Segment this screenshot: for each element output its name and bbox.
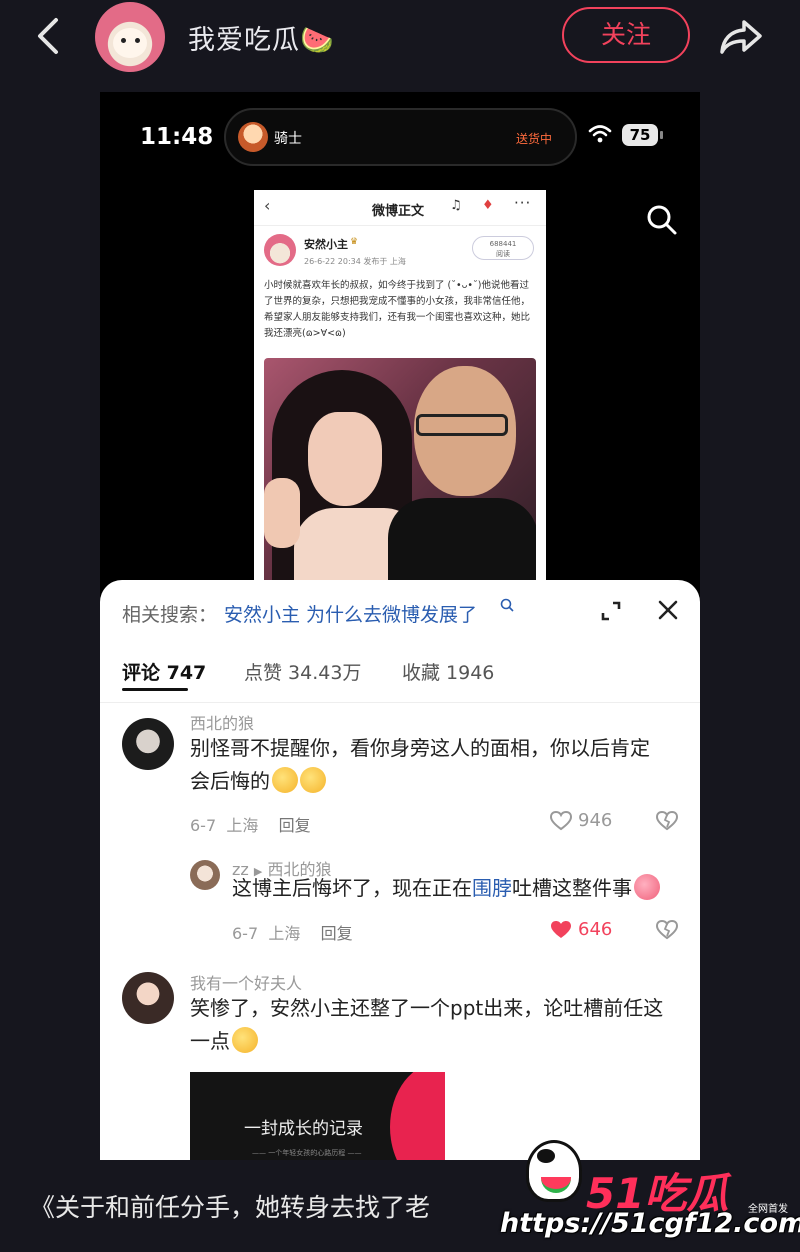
crown-icon: ♛: [350, 237, 359, 247]
comment-text: 别怪哥不提醒你，看你身旁这人的面相，你以后肯定 会后悔的: [190, 732, 680, 798]
read-count: 688441: [489, 240, 517, 248]
watermelon-emoji: 🍉: [300, 25, 335, 56]
ppt-title: 一封成长的记录: [244, 1119, 363, 1139]
battery-indicator: 75: [622, 124, 663, 146]
search-icon[interactable]: [500, 598, 514, 612]
photo-figure: [308, 412, 382, 506]
top-bar: 我爱吃瓜🍉 关注: [0, 0, 800, 80]
avatar-eye: [135, 38, 140, 43]
rider-avatar: [238, 122, 268, 152]
avatar[interactable]: [122, 718, 174, 770]
headphones-icon: ♫: [450, 198, 462, 213]
related-search-label: 相关搜索：: [122, 604, 218, 626]
heart-filled-icon[interactable]: [550, 920, 572, 940]
weibo-meta: 26-6-22 20:34 发布于 上海: [304, 257, 406, 266]
reply-text-part: 这博主后悔坏了，现在正在: [232, 876, 472, 900]
post-caption[interactable]: 《关于和前任分手，她转身去找了老: [30, 1188, 430, 1224]
comment-text-line: 一点: [190, 1029, 230, 1053]
weibo-body: 小时候就喜欢年长的叔叔，如今终于找到了 (˘•ᴗ•˘)他说他看过了世界的复杂，只…: [264, 280, 531, 339]
mascot-watermelon: [541, 1177, 571, 1193]
rider-label: 骑士: [274, 131, 302, 147]
tab-comments[interactable]: 评论 747: [122, 658, 206, 685]
dynamic-island: 骑士 送货中: [224, 108, 577, 166]
photo-figure: [416, 414, 508, 436]
gift-icon: ♦: [482, 198, 494, 213]
share-icon[interactable]: [716, 14, 766, 58]
reply-button[interactable]: 回复: [279, 816, 311, 835]
author-name[interactable]: 我爱吃瓜🍉: [188, 18, 335, 57]
active-tab-indicator: [122, 688, 188, 691]
reply-button[interactable]: 回复: [321, 924, 353, 943]
back-arrow-icon[interactable]: [30, 14, 70, 58]
comment-text-line: 笑惨了，安然小主还整了一个ppt出来，论吐槽前任这: [190, 996, 664, 1020]
photo-figure: [388, 498, 536, 590]
ppt-decoration: [390, 1072, 445, 1160]
weibo-author-avatar: [264, 234, 296, 266]
chevron-left-icon: ‹: [264, 196, 271, 215]
weibo-author-name: 安然小主: [304, 238, 348, 251]
heart-icon[interactable]: [550, 811, 572, 831]
delivery-status: 送货中: [516, 132, 553, 146]
photo-figure: [264, 478, 300, 548]
reply-text: 这博主后悔坏了，现在正在围脖吐槽这整件事: [232, 872, 682, 905]
read-label: 阅读: [496, 250, 510, 258]
heart-eyes-emoji-icon: [634, 874, 660, 900]
ppt-subtitle: —— 一个年轻女孩的心路历程 ——: [252, 1149, 362, 1157]
reply-link[interactable]: 围脖: [472, 876, 512, 900]
comment-author[interactable]: 西北的狼: [190, 710, 254, 734]
more-icon: ···: [514, 194, 532, 212]
author-avatar[interactable]: [95, 2, 165, 72]
expand-icon[interactable]: [600, 600, 622, 622]
weibo-title: 微博正文: [372, 204, 425, 219]
tab-favorites[interactable]: 收藏 1946: [402, 658, 494, 685]
like-count: 646: [578, 919, 613, 940]
comment-text-line: 别怪哥不提醒你，看你身旁这人的面相，你以后肯定: [190, 736, 650, 760]
ppt-attachment-image[interactable]: 一封成长的记录 —— 一个年轻女孩的心路历程 ——: [190, 1072, 445, 1160]
mascot-spot: [537, 1149, 555, 1163]
watermark-url: https://51cgf12.com: [500, 1208, 800, 1239]
related-search-link[interactable]: 安然小主 为什么去微博发展了: [224, 600, 477, 627]
emoji-icon: [300, 767, 326, 793]
weibo-header: ‹ 微博正文 ♫ ♦ ···: [254, 190, 546, 226]
wifi-icon: [588, 125, 612, 143]
comment-date: 6-7: [232, 924, 259, 943]
status-time: 11:48: [140, 124, 214, 150]
like-count: 946: [578, 810, 613, 831]
comment-text: 笑惨了，安然小主还整了一个ppt出来，论吐槽前任这 一点: [190, 992, 680, 1058]
search-icon: [647, 205, 677, 235]
comment-date: 6-7: [190, 816, 217, 835]
avatar-eye: [121, 38, 126, 43]
post-image: 11:48 骑士 送货中 75 ‹ 微博正文 ♫ ♦ ··· 安然小主 ♛ 26…: [100, 92, 700, 1160]
dislike-icon[interactable]: [656, 811, 678, 831]
tab-likes[interactable]: 点赞 34.43万: [244, 658, 361, 685]
avatar[interactable]: [122, 972, 174, 1024]
follow-button[interactable]: 关注: [562, 7, 690, 63]
comment-meta: 6-7 上海 回复: [190, 812, 311, 836]
comment-text-line: 会后悔的: [190, 769, 270, 793]
dislike-icon[interactable]: [656, 920, 678, 940]
emoji-icon: [272, 767, 298, 793]
comment-location: 上海: [268, 924, 301, 943]
couple-photo: [264, 358, 536, 590]
comment-sheet: 相关搜索： 安然小主 为什么去微博发展了 评论 747 点赞 34.43万 收藏…: [100, 580, 700, 1160]
comment-author[interactable]: 我有一个好夫人: [190, 970, 302, 994]
emoji-icon: [232, 1027, 258, 1053]
avatar[interactable]: [190, 860, 220, 890]
cow-mascot-icon: [526, 1140, 582, 1202]
close-icon[interactable]: [656, 598, 680, 622]
reply-text-part: 吐槽这整件事: [512, 876, 632, 900]
avatar-face: [113, 28, 147, 58]
read-count-badge: 688441 阅读: [472, 236, 534, 260]
divider: [100, 702, 700, 703]
weibo-card: ‹ 微博正文 ♫ ♦ ··· 安然小主 ♛ 26-6-22 20:34 发布于 …: [254, 190, 546, 590]
comment-location: 上海: [226, 816, 259, 835]
comment-meta: 6-7 上海 回复: [232, 920, 353, 944]
